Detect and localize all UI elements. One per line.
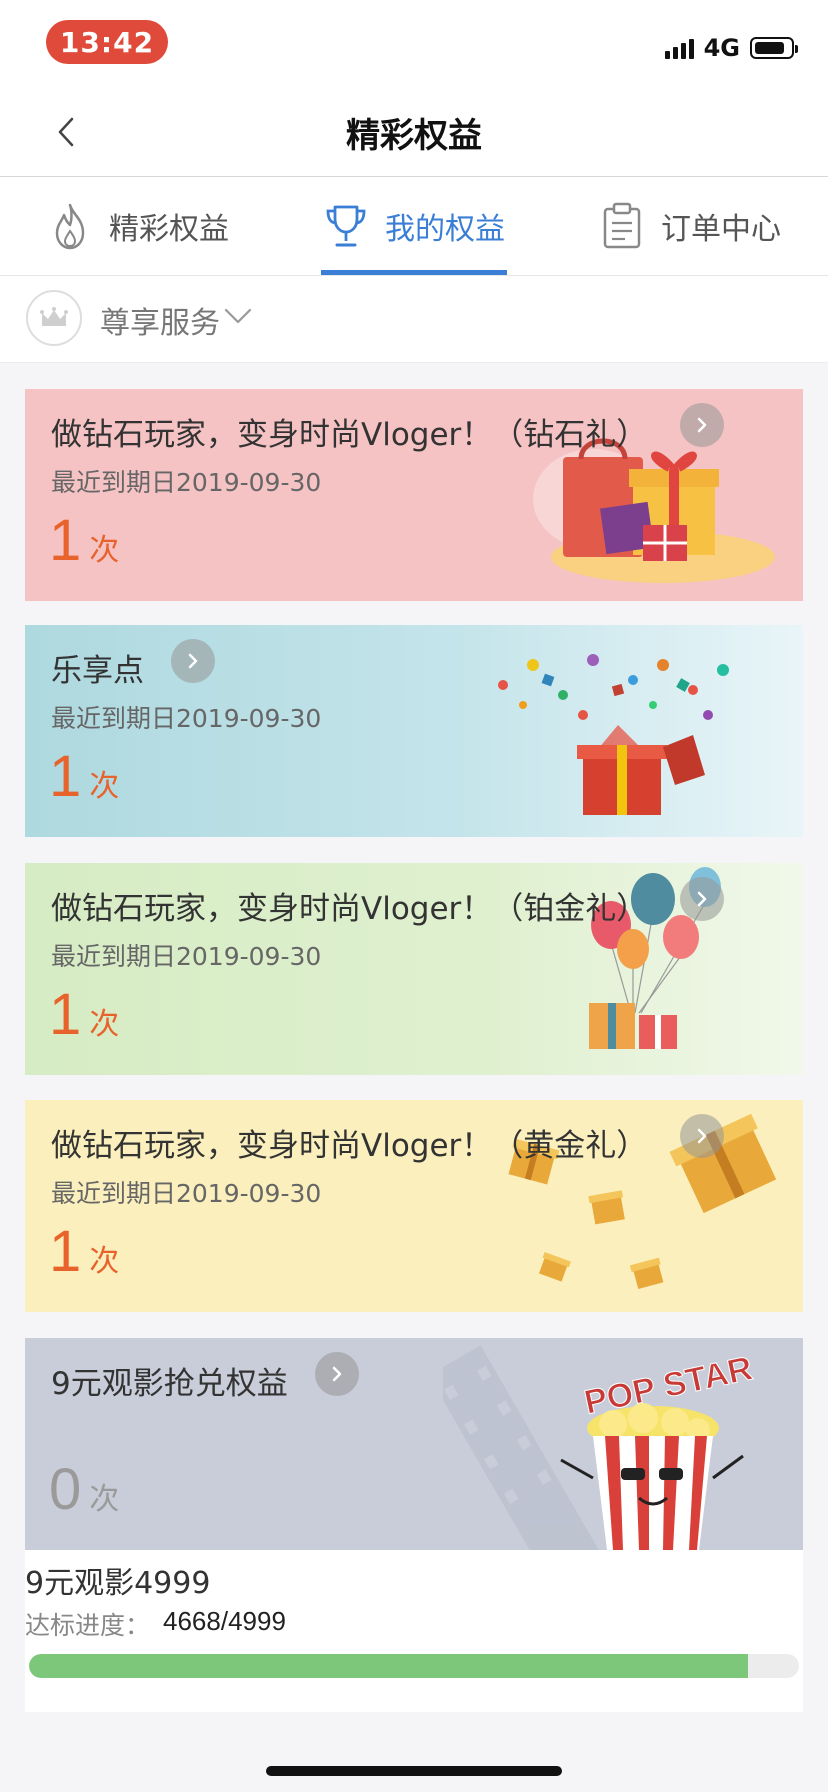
remaining-count: 1 次	[49, 1218, 119, 1285]
progress-title: 9元观影4999	[25, 1566, 211, 1601]
crown-icon	[40, 307, 68, 326]
chevron-right-icon[interactable]	[315, 1352, 359, 1396]
benefit-card-movie[interactable]: POP STAR 9元观影抢兑权益 0 次	[25, 1338, 803, 1550]
benefit-card-points[interactable]: 乐享点 最近到期日2019-09-30 1 次	[25, 625, 803, 837]
tab-label: 精彩权益	[109, 212, 229, 247]
tab-bar: 精彩权益 我的权益 订单中心	[0, 177, 828, 276]
chevron-right-icon[interactable]	[680, 403, 724, 447]
tab-my-benefits[interactable]: 我的权益	[276, 177, 552, 275]
count-unit: 次	[89, 1007, 120, 1042]
gift-box-icon	[498, 654, 729, 815]
network-type: 4G	[703, 34, 740, 62]
remaining-count: 0 次	[49, 1456, 119, 1523]
crown-avatar	[26, 290, 82, 346]
benefit-card-gold[interactable]: 做钻石玩家，变身时尚Vloger！（黄金礼） 最近到期日2019-09-30 1…	[25, 1100, 803, 1312]
tab-wonderful-benefits[interactable]: 精彩权益	[0, 177, 276, 275]
tab-label: 我的权益	[385, 212, 505, 247]
status-indicators: 4G	[664, 34, 798, 62]
count-number: 1	[49, 744, 82, 809]
progress-value: 4668/4999	[163, 1606, 286, 1636]
expiry-date: 最近到期日2019-09-30	[51, 704, 322, 733]
count-unit: 次	[89, 1244, 120, 1279]
card-title: 乐享点	[51, 653, 144, 689]
benefit-card-diamond[interactable]: 做钻石玩家，变身时尚Vloger！（钻石礼） 最近到期日2019-09-30 1…	[25, 389, 803, 601]
count-unit: 次	[89, 533, 120, 568]
chevron-right-icon[interactable]	[680, 1114, 724, 1158]
remaining-count: 1 次	[49, 507, 119, 574]
battery-icon	[750, 37, 798, 59]
progress-label: 达标进度：	[25, 1611, 151, 1640]
count-unit: 次	[89, 1482, 120, 1517]
active-tab-indicator	[321, 270, 507, 275]
card-title: 9元观影抢兑权益	[51, 1366, 288, 1402]
card-title: 做钻石玩家，变身时尚Vloger！（铂金礼）	[51, 891, 648, 927]
card-title: 做钻石玩家，变身时尚Vloger！（钻石礼）	[51, 417, 648, 453]
progress-bar	[29, 1654, 799, 1678]
status-bar: 13:42 4G	[0, 0, 828, 88]
chevron-right-icon[interactable]	[680, 877, 724, 921]
nav-bar: 精彩权益	[0, 88, 828, 177]
count-number: 0	[49, 1457, 82, 1522]
progress-panel: 9元观影4999 达标进度： 4668/4999	[25, 1550, 803, 1712]
service-label: 尊享服务	[100, 306, 220, 341]
trophy-icon	[326, 205, 366, 247]
benefit-card-platinum[interactable]: 做钻石玩家，变身时尚Vloger！（铂金礼） 最近到期日2019-09-30 1…	[25, 863, 803, 1075]
chevron-right-icon[interactable]	[171, 639, 215, 683]
flame-icon	[55, 203, 85, 250]
remaining-count: 1 次	[49, 743, 119, 810]
expiry-date: 最近到期日2019-09-30	[51, 1179, 322, 1208]
count-number: 1	[49, 1219, 82, 1284]
card-title: 做钻石玩家，变身时尚Vloger！（黄金礼）	[51, 1128, 648, 1164]
chevron-down-icon	[224, 308, 252, 324]
remaining-count: 1 次	[49, 981, 119, 1048]
page-title: 精彩权益	[346, 116, 482, 156]
tab-order-center[interactable]: 订单中心	[552, 177, 828, 275]
count-unit: 次	[89, 769, 120, 804]
popcorn-icon: POP STAR	[443, 1345, 756, 1550]
progress-fill	[29, 1654, 749, 1678]
clipboard-icon	[603, 202, 641, 249]
status-time: 13:42	[46, 20, 168, 64]
service-selector[interactable]: 尊享服务	[0, 276, 828, 363]
tab-label: 订单中心	[661, 212, 781, 247]
count-number: 1	[49, 982, 82, 1047]
expiry-date: 最近到期日2019-09-30	[51, 468, 322, 497]
expiry-date: 最近到期日2019-09-30	[51, 942, 322, 971]
home-indicator[interactable]	[266, 1766, 562, 1776]
count-number: 1	[49, 508, 82, 573]
signal-icon	[664, 37, 694, 59]
